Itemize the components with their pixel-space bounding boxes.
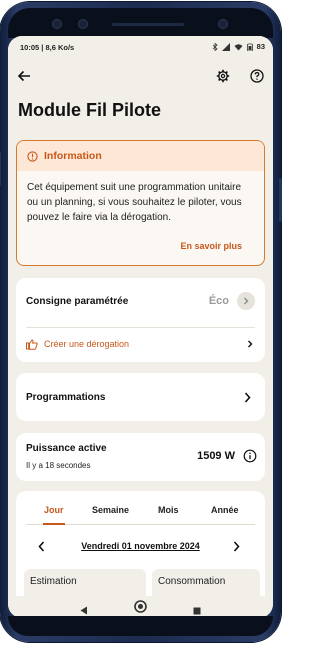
selected-date[interactable]: Vendredi 01 novembre 2024 (16, 541, 265, 551)
consigne-card: Consigne paramétrée Éco Créer une déroga… (16, 278, 265, 362)
settings-button[interactable] (213, 66, 233, 86)
information-header: Information (17, 141, 264, 171)
learn-more-link[interactable]: En savoir plus (180, 241, 242, 251)
signal-icon (221, 42, 230, 51)
bluetooth-icon (212, 42, 218, 51)
create-derogation-row[interactable]: Créer une dérogation (26, 334, 255, 354)
app-screen: 10:05 | 8,6 Ko/s 83 Module Fil Pilote In… (8, 36, 273, 618)
chevron-right-icon (244, 392, 251, 403)
programmations-card[interactable]: Programmations (16, 373, 265, 421)
chevron-right-icon (233, 541, 240, 552)
power-button (279, 178, 282, 222)
square-recents-icon (193, 607, 201, 615)
page-title: Module Fil Pilote (18, 100, 161, 120)
arrow-left-icon (17, 70, 30, 82)
status-time: 10:05 | 8,6 Ko/s (20, 43, 75, 52)
programmations-label: Programmations (26, 392, 106, 403)
home-circle-icon (134, 600, 147, 613)
status-bar: 10:05 | 8,6 Ko/s 83 (8, 36, 273, 58)
consigne-chevron-button[interactable] (237, 292, 255, 310)
wifi-icon (234, 43, 243, 50)
front-camera (218, 19, 228, 29)
help-button[interactable] (247, 66, 267, 86)
tab-annee[interactable]: Année (211, 505, 239, 515)
chevron-right-icon (244, 297, 249, 305)
volume-button (0, 152, 1, 186)
top-bezel (8, 8, 273, 38)
sensor-dot (78, 19, 88, 29)
sensor-dot (52, 19, 62, 29)
active-tab-indicator (43, 523, 65, 525)
information-card: Information Cet équipement suit une prog… (16, 140, 265, 266)
card-divider (26, 327, 255, 328)
battery-icon (246, 43, 253, 51)
estimation-label: Estimation (30, 576, 77, 587)
information-heading: Information (44, 150, 102, 162)
info-circle-icon (27, 150, 38, 162)
phone-frame: 10:05 | 8,6 Ko/s 83 Module Fil Pilote In… (0, 2, 282, 642)
chevron-right-icon (248, 340, 253, 348)
help-circle-icon (250, 69, 264, 83)
create-derogation-label: Créer une dérogation (44, 339, 130, 349)
android-nav-bar (8, 596, 273, 618)
triangle-back-icon (80, 606, 87, 615)
consigne-value: Éco (208, 295, 229, 307)
puissance-timestamp: Il y a 18 secondes (26, 461, 91, 470)
consommation-label: Consommation (158, 576, 226, 587)
gear-icon (216, 69, 230, 83)
info-circle-icon (243, 449, 257, 463)
back-button[interactable] (14, 66, 34, 86)
information-text: Cet équipement suit une programmation un… (27, 182, 242, 223)
puissance-info-button[interactable] (243, 449, 257, 463)
puissance-card: Puissance active Il y a 18 secondes 1509… (16, 433, 265, 481)
tab-jour[interactable]: Jour (44, 505, 64, 515)
hand-pointer-icon (26, 338, 38, 350)
next-date-button[interactable] (233, 539, 247, 553)
puissance-value: 1509 W (197, 450, 235, 462)
bottom-bezel (8, 616, 273, 636)
consigne-label: Consigne paramétrée (26, 296, 129, 307)
tab-semaine[interactable]: Semaine (92, 505, 129, 515)
puissance-label: Puissance active (26, 443, 107, 454)
battery-level: 83 (256, 42, 265, 51)
tab-mois[interactable]: Mois (158, 505, 179, 515)
earpiece-speaker (112, 23, 184, 26)
